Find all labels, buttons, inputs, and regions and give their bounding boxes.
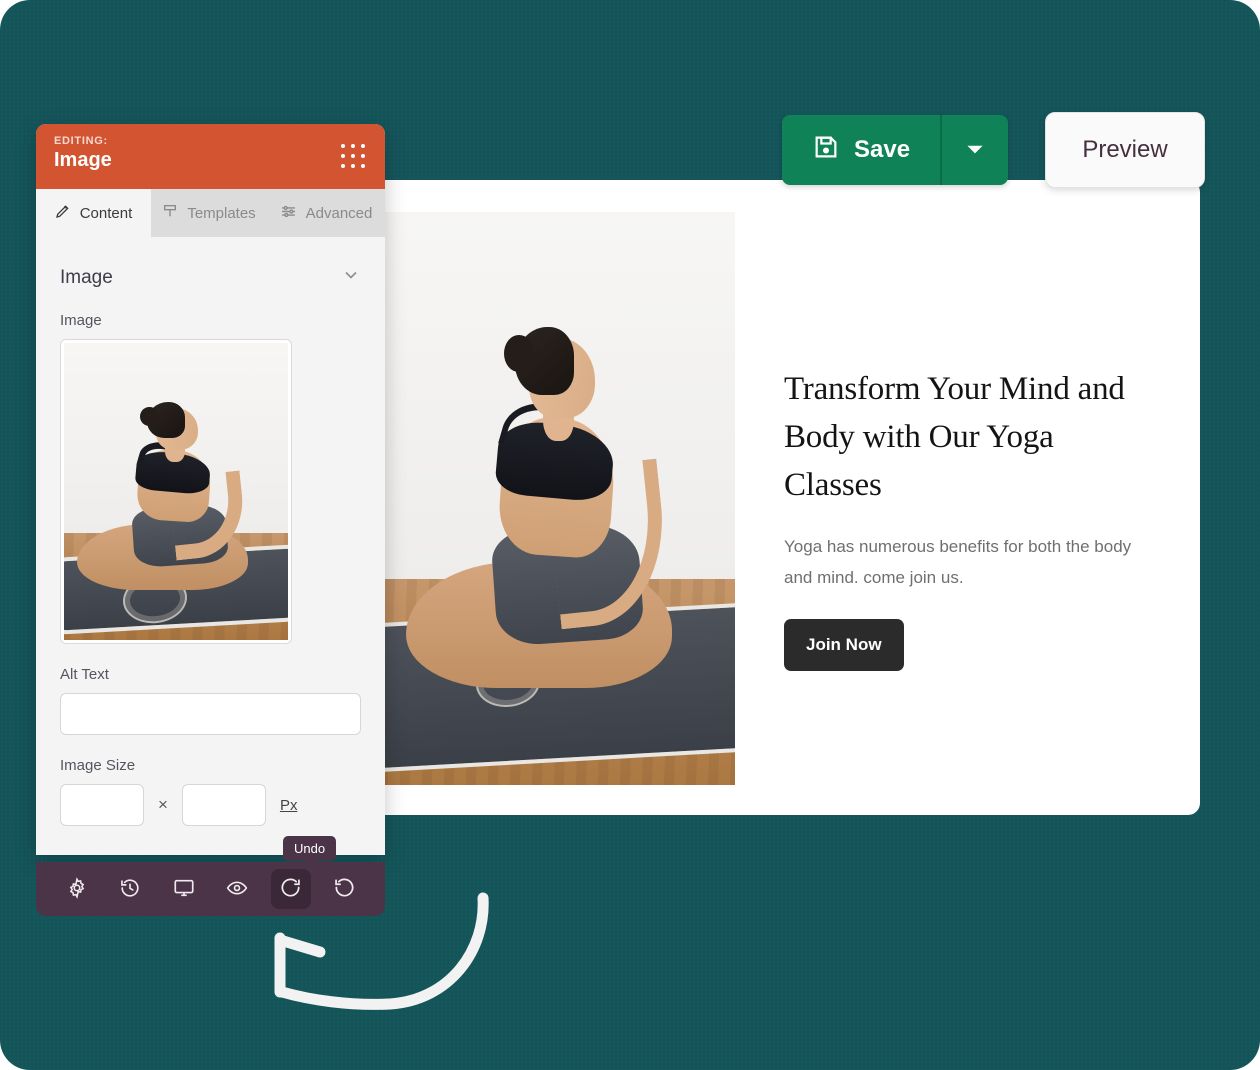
responsive-view-button[interactable] (164, 869, 204, 909)
tab-templates-label: Templates (187, 204, 256, 222)
revisions-button[interactable] (110, 869, 150, 909)
image-section-title: Image (60, 266, 113, 288)
image-thumbnail-preview (64, 343, 288, 640)
editing-target-title: Image (54, 149, 112, 171)
sidebar-content-panel: Image Image Alt Text Image Size × Px (36, 237, 385, 855)
save-button-group: Save (782, 115, 1009, 185)
chevron-down-icon (962, 136, 988, 165)
gear-icon (66, 876, 88, 902)
save-options-dropdown[interactable] (940, 115, 1009, 185)
image-size-row: × Px (60, 784, 361, 826)
template-icon (162, 203, 178, 223)
editor-sidebar: EDITING: Image Content Templates Advance… (36, 124, 385, 855)
history-clock-icon (119, 877, 141, 902)
save-button-label: Save (854, 136, 911, 163)
image-thumbnail-picker[interactable] (60, 339, 292, 644)
editor-bottom-toolbar (36, 862, 385, 916)
app-root: Transform Your Mind and Body with Our Yo… (0, 0, 1260, 1070)
sliders-icon (280, 203, 297, 224)
preview-eye-button[interactable] (217, 869, 257, 909)
tab-content-label: Content (79, 204, 133, 222)
alt-text-label: Alt Text (60, 666, 109, 683)
settings-button[interactable] (57, 869, 97, 909)
tab-content[interactable]: Content (36, 189, 151, 237)
sidebar-tabs: Content Templates Advanced (36, 189, 385, 237)
pencil-icon (55, 203, 71, 223)
save-button[interactable]: Save (782, 115, 941, 185)
hero-subtitle: Yoga has numerous benefits for both the … (784, 537, 1132, 587)
grid-dots-icon[interactable] (341, 144, 367, 170)
undo-tooltip: Undo (283, 836, 337, 867)
undo-button[interactable] (270, 869, 311, 909)
tab-templates[interactable]: Templates (151, 189, 267, 237)
eye-icon (226, 877, 248, 902)
editing-label: EDITING: (54, 135, 108, 147)
yoga-photo-illustration (385, 212, 735, 785)
size-separator: × (158, 795, 168, 814)
image-size-label: Image Size (60, 757, 136, 774)
redo-button[interactable] (324, 869, 364, 909)
redo-arrow-icon (333, 876, 356, 902)
preview-button[interactable]: Preview (1045, 112, 1205, 188)
undo-arrow-icon (279, 876, 302, 902)
tab-advanced-label: Advanced (305, 204, 373, 222)
desktop-monitor-icon (173, 877, 195, 902)
image-section-header[interactable]: Image (60, 237, 361, 312)
hero-title: Transform Your Mind and Body with Our Yo… (784, 371, 1125, 503)
tab-advanced[interactable]: Advanced (267, 189, 385, 237)
px-unit-link[interactable]: Px (280, 797, 298, 814)
alt-text-input[interactable] (60, 693, 361, 735)
join-now-button[interactable]: Join Now (784, 619, 904, 671)
floppy-disk-icon (812, 133, 840, 168)
hero-text-block: Transform Your Mind and Body with Our Yo… (784, 365, 1144, 671)
image-field-label: Image (60, 312, 102, 329)
image-width-input[interactable] (60, 784, 144, 826)
sidebar-header: EDITING: Image (36, 124, 385, 189)
image-height-input[interactable] (181, 784, 266, 826)
hero-image[interactable] (385, 212, 735, 785)
chevron-down-icon (341, 265, 361, 290)
